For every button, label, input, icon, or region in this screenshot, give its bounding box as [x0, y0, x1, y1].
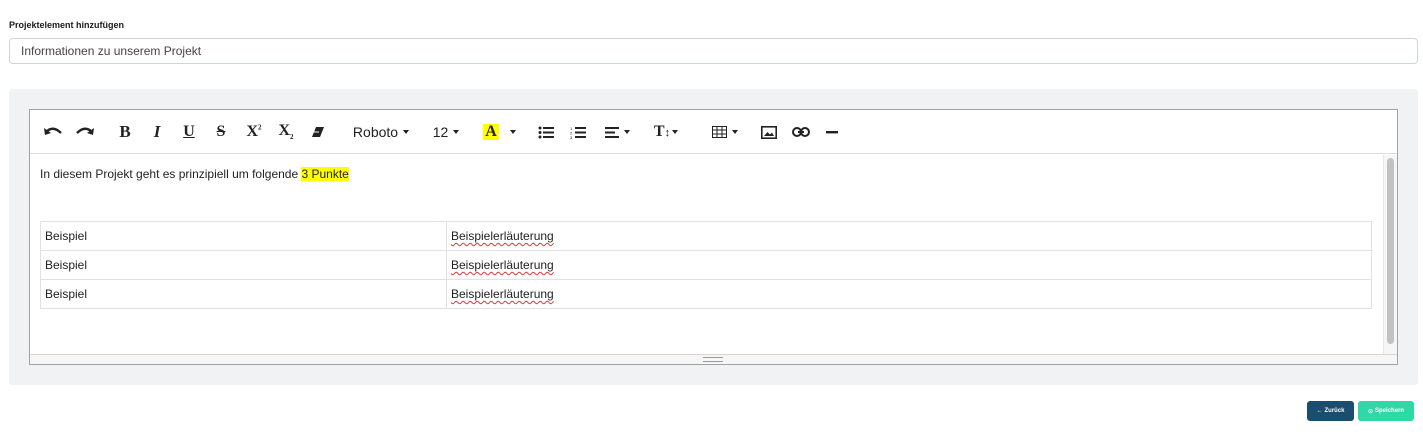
redo-icon [76, 127, 94, 135]
chevron-down-icon [403, 130, 410, 134]
underline-icon: U [183, 123, 195, 140]
superscript-icon: X2 [246, 123, 262, 140]
chevron-down-icon [623, 130, 630, 134]
unordered-list-button[interactable] [536, 120, 556, 144]
highlighted-text: 3 Punkte [301, 167, 349, 181]
insert-image-button[interactable] [759, 120, 779, 144]
rich-text-editor: B I U S X2 X2 Roboto 12 A 1 2 3 T↕ In di… [29, 109, 1398, 365]
misspelled-text: Beispielerläuterung [451, 229, 554, 243]
italic-button[interactable]: I [147, 120, 167, 144]
back-button[interactable]: ← Zurück [1307, 401, 1354, 421]
italic-icon: I [153, 122, 161, 141]
misspelled-text: Beispielerläuterung [451, 287, 554, 301]
table-cell[interactable]: Beispiel [40, 279, 447, 309]
align-dropdown[interactable] [602, 120, 632, 144]
save-button-label: Speichern [1375, 408, 1405, 414]
undo-button[interactable] [42, 120, 64, 144]
table-cell[interactable]: Beispielerläuterung [446, 250, 1372, 280]
editor-content[interactable]: In diesem Projekt geht es prinzipiell um… [30, 155, 1384, 354]
eraser-icon [312, 127, 324, 137]
unordered-list-icon [538, 126, 554, 138]
project-element-title-input[interactable] [9, 38, 1418, 64]
table-row: Beispiel Beispielerläuterung [40, 279, 1372, 309]
highlight-color-icon: A [483, 123, 499, 140]
table-dropdown[interactable] [710, 120, 740, 144]
bold-button[interactable]: B [115, 120, 135, 144]
save-icon: ⊙ [1367, 408, 1373, 415]
line-height-dropdown[interactable]: T↕ [650, 120, 682, 144]
underline-button[interactable]: U [179, 120, 199, 144]
align-left-icon [604, 126, 619, 138]
subscript-button[interactable]: X2 [275, 120, 297, 144]
chevron-down-icon [453, 130, 460, 134]
chevron-down-icon [672, 130, 679, 134]
horizontal-rule-button[interactable] [823, 120, 841, 144]
table-row: Beispiel Beispielerläuterung [40, 250, 1372, 280]
strikethrough-icon: S [216, 123, 226, 140]
back-button-label: Zurück [1324, 408, 1345, 414]
insert-link-button[interactable] [790, 120, 812, 144]
table-cell[interactable]: Beispiel [40, 221, 447, 251]
arrow-left-icon: ← [1316, 408, 1323, 414]
chevron-down-icon [510, 130, 516, 134]
misspelled-text: Beispielerläuterung [451, 258, 554, 272]
highlight-color-button[interactable]: A [481, 120, 501, 144]
table-cell[interactable]: Beispielerläuterung [446, 221, 1372, 251]
table-icon [712, 126, 727, 138]
highlight-color-dropdown[interactable] [506, 120, 520, 144]
font-family-label: Roboto [352, 124, 399, 140]
strikethrough-button[interactable]: S [211, 120, 231, 144]
subscript-icon: X2 [278, 122, 294, 142]
chevron-down-icon [732, 130, 738, 134]
table-cell[interactable]: Beispielerläuterung [446, 279, 1372, 309]
font-family-select[interactable]: Roboto [350, 120, 412, 144]
table-cell[interactable]: Beispiel [40, 250, 447, 280]
editor-scrollbar[interactable] [1383, 155, 1397, 354]
horizontal-rule-icon [826, 130, 838, 133]
line-height-icon: T↕ [653, 123, 671, 140]
font-size-label: 12 [432, 124, 449, 140]
save-button[interactable]: ⊙ Speichern [1358, 401, 1414, 421]
image-icon [761, 125, 777, 139]
editor-toolbar: B I U S X2 X2 Roboto 12 A 1 2 3 T↕ [30, 110, 1397, 154]
field-label: Projektelement hinzufügen [9, 20, 125, 30]
intro-paragraph: In diesem Projekt geht es prinzipiell um… [40, 167, 349, 181]
undo-icon [44, 127, 62, 135]
ordered-list-icon: 123 [570, 126, 586, 139]
ordered-list-button[interactable]: 123 [568, 120, 588, 144]
redo-button[interactable] [74, 120, 96, 144]
link-icon [792, 127, 810, 137]
scroll-thumb[interactable] [1387, 158, 1394, 344]
editor-statusbar [30, 354, 1397, 364]
superscript-button[interactable]: X2 [243, 120, 265, 144]
editor-panel: B I U S X2 X2 Roboto 12 A 1 2 3 T↕ In di… [9, 89, 1418, 385]
resize-handle-icon[interactable] [703, 357, 723, 362]
bold-icon: B [119, 122, 131, 141]
page: Projektelement hinzufügen B I [0, 0, 1423, 440]
clear-format-button[interactable] [308, 120, 328, 144]
svg-text:3: 3 [570, 135, 573, 139]
table-row: Beispiel Beispielerläuterung [40, 221, 1372, 251]
intro-text: In diesem Projekt geht es prinzipiell um… [40, 167, 302, 181]
font-size-select[interactable]: 12 [430, 120, 462, 144]
content-table: Beispiel Beispielerläuterung Beispiel Be… [40, 221, 1372, 309]
